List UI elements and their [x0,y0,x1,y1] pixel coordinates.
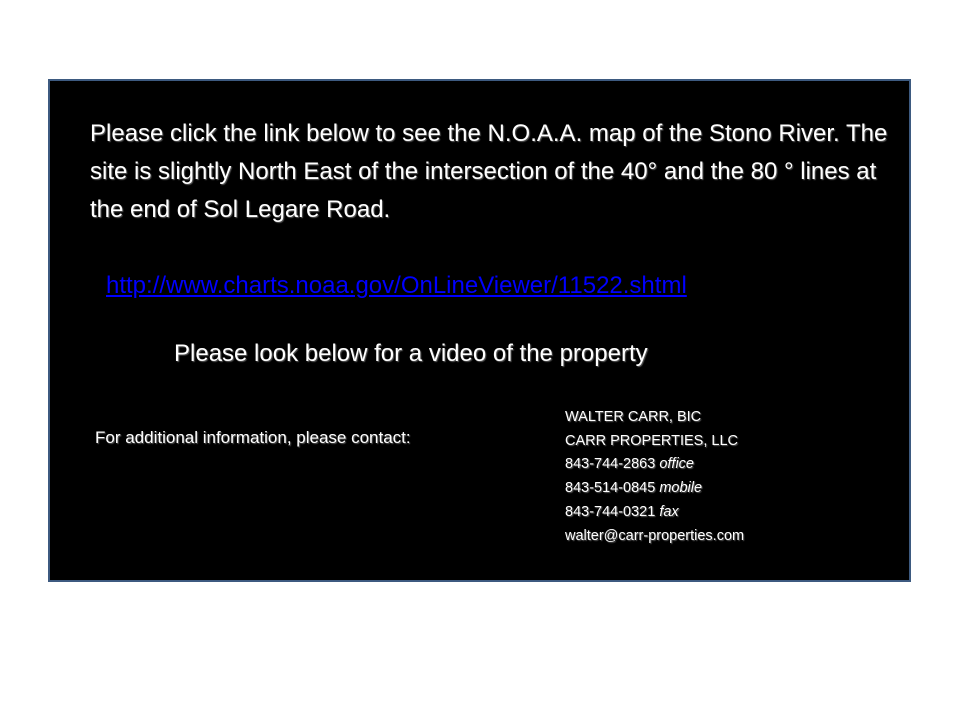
mobile-label: mobile [659,480,703,497]
contact-email: walter@carr-properties.com [565,527,745,544]
contact-name: WALTER CARR, BIC [565,409,702,425]
contact-office-line: 843-744-2863 office [565,453,744,477]
office-number: 843-744-2863 [565,456,656,473]
info-panel: Please click the link below to see the N… [48,79,911,582]
noaa-map-link[interactable]: http://www.charts.noaa.gov/OnLineViewer/… [106,271,866,301]
office-label: office [659,456,695,473]
contact-mobile-line: 843-514-0845 mobile [565,477,744,501]
fax-label: fax [659,503,679,520]
contact-label: For additional information, please conta… [95,428,411,447]
video-note: Please look below for a video of the pro… [174,340,648,367]
fax-number: 843-744-0321 [565,503,656,520]
mobile-number: 843-514-0845 [565,480,656,497]
intro-paragraph: Please click the link below to see the N… [90,120,888,223]
contact-fax-line: 843-744-0321 fax [565,501,744,525]
slide: Please click the link below to see the N… [0,0,960,720]
contact-details: WALTER CARR, BIC CARR PROPERTIES, LLC 84… [565,406,744,548]
contact-company: CARR PROPERTIES, LLC [565,432,738,449]
